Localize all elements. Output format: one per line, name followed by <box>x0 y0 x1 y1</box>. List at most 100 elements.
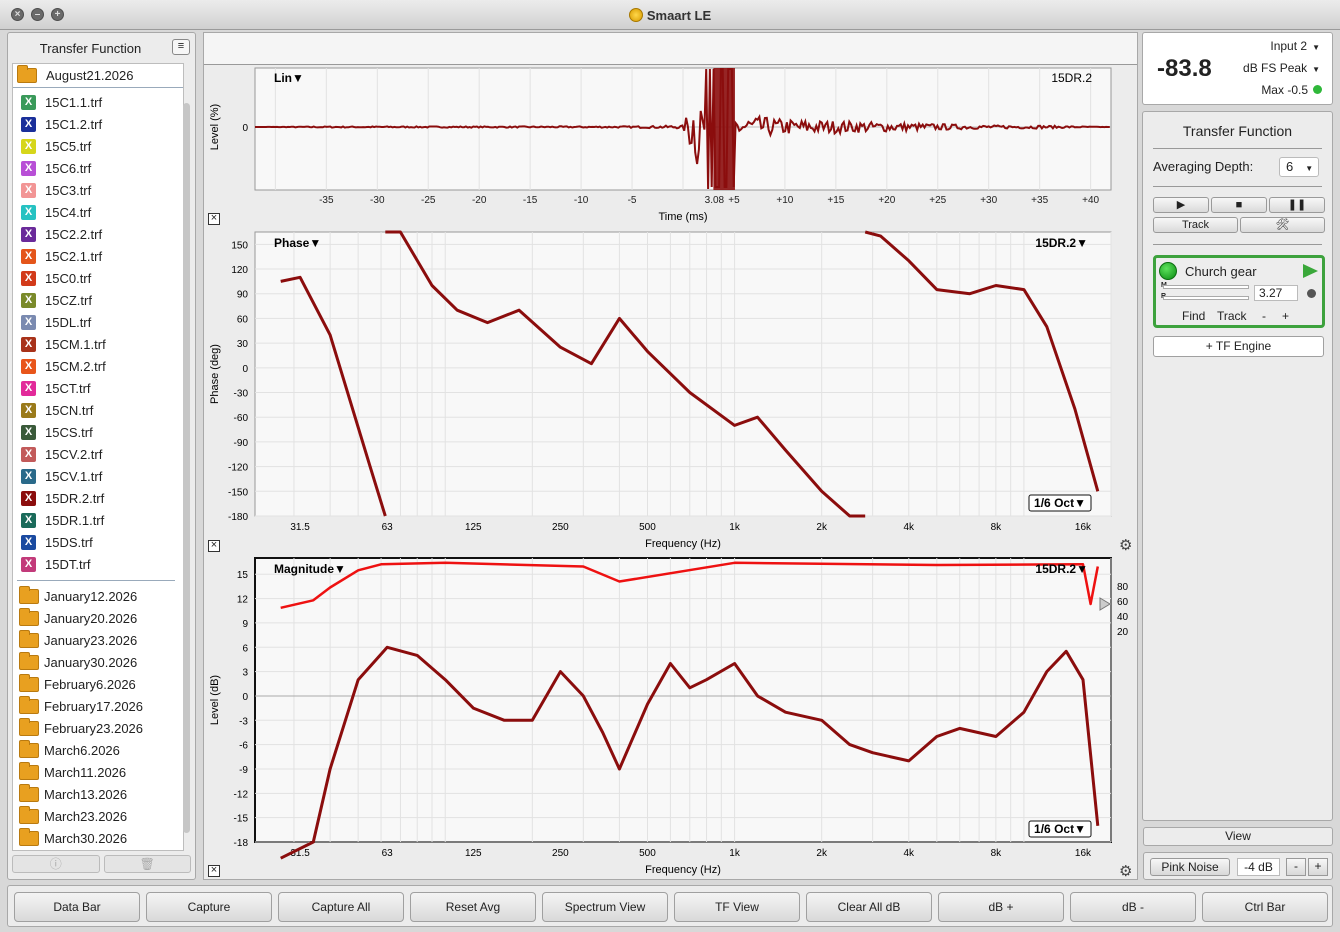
file-item[interactable]: X 15DT.trf <box>13 553 183 575</box>
command-button-tf-view[interactable]: TF View <box>674 892 800 922</box>
file-item[interactable]: X 15CM.1.trf <box>13 333 183 355</box>
pink-level-plus-button[interactable]: + <box>1308 858 1328 876</box>
pink-noise-level[interactable]: -4 dB <box>1237 858 1280 876</box>
folder-item[interactable]: March11.2026 <box>13 761 183 783</box>
folder-item[interactable]: February6.2026 <box>13 673 183 695</box>
file-item[interactable]: X 15CV.1.trf <box>13 465 183 487</box>
folder-item[interactable]: March23.2026 <box>13 805 183 827</box>
play-button[interactable]: ▶ <box>1153 197 1209 213</box>
track-button[interactable]: Track <box>1153 217 1238 233</box>
file-item[interactable]: X 15DL.trf <box>13 311 183 333</box>
gear-icon[interactable]: ⚙ <box>1119 536 1132 554</box>
x-axis-label: Frequency (Hz) <box>645 538 721 550</box>
trash-icon[interactable]: 🗑 <box>104 855 192 873</box>
folder-item[interactable]: February17.2026 <box>13 695 183 717</box>
delay-plus-button[interactable]: + <box>1282 309 1289 323</box>
command-button-clear-all-db[interactable]: Clear All dB <box>806 892 932 922</box>
x-tick-label: +30 <box>980 195 997 206</box>
x-tick-label: 63 <box>382 848 394 859</box>
chevron-down-icon: ▼ <box>1312 43 1320 52</box>
file-item[interactable]: X 15C1.2.trf <box>13 113 183 135</box>
command-button-dbminus[interactable]: dB + <box>938 892 1064 922</box>
menu-icon[interactable]: ≡ <box>172 39 190 55</box>
view-button[interactable]: View <box>1143 827 1333 846</box>
folder-item[interactable]: January20.2026 <box>13 607 183 629</box>
pause-button[interactable]: ❚❚ <box>1269 197 1325 213</box>
file-item[interactable]: X 15CM.2.trf <box>13 355 183 377</box>
file-item[interactable]: X 15C4.trf <box>13 201 183 223</box>
track-delay-button[interactable]: Track <box>1217 309 1247 323</box>
info-icon[interactable]: ⓘ <box>12 855 100 873</box>
delay-minus-button[interactable]: - <box>1262 309 1266 323</box>
x-tick-label: -10 <box>574 195 589 206</box>
current-folder[interactable]: August21.2026 <box>13 64 183 88</box>
find-delay-button[interactable]: Find <box>1182 309 1205 323</box>
file-list-scrollbar[interactable] <box>183 93 191 843</box>
trace-file-icon: X <box>21 205 36 220</box>
trace-label: 15DR.2 <box>1051 71 1092 85</box>
impulse-response-plot[interactable]: -35 -30 -25 -20 -15 -10 -5 3.08 +5 +10 +15 +20 +25 +3… <box>204 66 1137 229</box>
command-button-dbminus[interactable]: dB - <box>1070 892 1196 922</box>
file-item[interactable]: X 15DR.2.trf <box>13 487 183 509</box>
add-tf-engine-button[interactable]: + TF Engine <box>1153 336 1324 357</box>
pink-level-minus-button[interactable]: - <box>1286 858 1306 876</box>
folder-item[interactable]: March13.2026 <box>13 783 183 805</box>
folder-item[interactable]: January30.2026 <box>13 651 183 673</box>
file-item[interactable]: X 15DR.1.trf <box>13 509 183 531</box>
close-pane-icon[interactable]: × <box>208 865 220 877</box>
command-button-capture-all[interactable]: Capture All <box>278 892 404 922</box>
folder-item[interactable]: April3.2026 <box>13 849 183 851</box>
file-item[interactable]: X 15C2.2.trf <box>13 223 183 245</box>
coherence-tick-label: 60 <box>1117 597 1129 608</box>
file-item[interactable]: X 15CZ.trf <box>13 289 183 311</box>
folder-item[interactable]: March30.2026 <box>13 827 183 849</box>
stop-button[interactable]: ■ <box>1211 197 1267 213</box>
scrollbar-thumb[interactable] <box>183 103 190 833</box>
file-item[interactable]: X 15C2.1.trf <box>13 245 183 267</box>
x-tick-label: +25 <box>929 195 946 206</box>
folder-name: February6.2026 <box>44 677 136 692</box>
file-list: August21.2026 X 15C1.1.trf X 15C1.2.trf X 15C… <box>12 63 184 851</box>
pink-noise-button[interactable]: Pink Noise <box>1150 858 1230 876</box>
x-tick-label: -5 <box>628 195 637 206</box>
x-tick-label: +35 <box>1031 195 1048 206</box>
y-tick-label: 0 <box>242 364 248 375</box>
file-item[interactable]: X 15DS.trf <box>13 531 183 553</box>
file-item[interactable]: X 15C0.trf <box>13 267 183 289</box>
command-button-data-bar[interactable]: Data Bar <box>14 892 140 922</box>
file-item[interactable]: X 15C6.trf <box>13 157 183 179</box>
tools-icon[interactable]: 🛠 <box>1240 217 1325 233</box>
play-icon[interactable] <box>1303 264 1318 278</box>
averaging-select[interactable]: 6 ▼ <box>1279 157 1319 177</box>
tf-engine-card[interactable]: Church gear M R 3.27 Find Track - + <box>1153 255 1325 328</box>
phase-plot[interactable]: 150 120 90 60 30 0 -30 -60 -90 -120 -150 -180 31.5 63… <box>204 230 1137 557</box>
meter-unit-selector[interactable]: dB FS Peak ▼ <box>1243 61 1320 75</box>
file-item[interactable]: X 15CN.trf <box>13 399 183 421</box>
x-tick-label: 125 <box>465 522 482 533</box>
folder-item[interactable]: February23.2026 <box>13 717 183 739</box>
delay-value[interactable]: 3.27 <box>1254 285 1298 301</box>
command-button-ctrl-bar[interactable]: Ctrl Bar <box>1202 892 1328 922</box>
engine-on-led-icon[interactable] <box>1159 262 1177 280</box>
trace-file-icon: X <box>21 513 36 528</box>
folder-item[interactable]: January12.2026 <box>13 585 183 607</box>
delay-indicator-icon <box>1307 289 1316 298</box>
magnitude-plot[interactable]: 15129630-3-6-9-12-15-188060402031.5 63 125… <box>204 556 1137 883</box>
file-item[interactable]: X 15CS.trf <box>13 421 183 443</box>
file-item[interactable]: X 15C3.trf <box>13 179 183 201</box>
command-button-spectrum-view[interactable]: Spectrum View <box>542 892 668 922</box>
gear-icon[interactable]: ⚙ <box>1119 862 1132 880</box>
close-pane-icon[interactable]: × <box>208 213 220 225</box>
file-item[interactable]: X 15C5.trf <box>13 135 183 157</box>
input-selector[interactable]: Input 2 ▼ <box>1270 39 1320 53</box>
folder-item[interactable]: March6.2026 <box>13 739 183 761</box>
folder-item[interactable]: January23.2026 <box>13 629 183 651</box>
file-item[interactable]: X 15CV.2.trf <box>13 443 183 465</box>
close-pane-icon[interactable]: × <box>208 540 220 552</box>
command-button-capture[interactable]: Capture <box>146 892 272 922</box>
file-name: 15CS.trf <box>45 425 93 440</box>
command-button-reset-avg[interactable]: Reset Avg <box>410 892 536 922</box>
trace-file-icon: X <box>21 557 36 572</box>
file-item[interactable]: X 15CT.trf <box>13 377 183 399</box>
file-item[interactable]: X 15C1.1.trf <box>13 91 183 113</box>
